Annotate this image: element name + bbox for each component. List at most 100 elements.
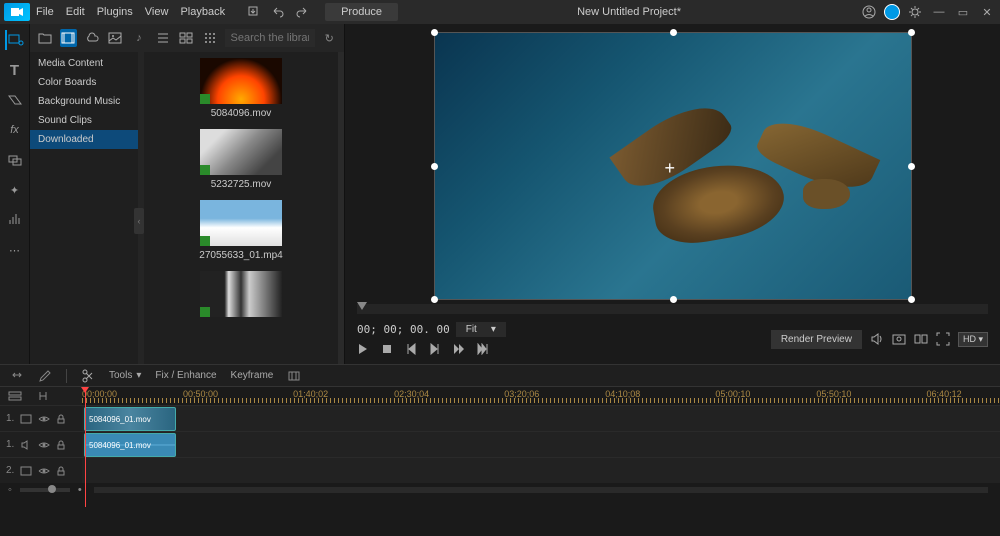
lib-list-icon[interactable]: [154, 29, 172, 47]
zoom-in-icon[interactable]: •: [78, 484, 82, 496]
resize-handle[interactable]: [670, 296, 677, 303]
track-lock-icon[interactable]: [56, 466, 66, 476]
fast-forward-icon[interactable]: [453, 343, 467, 357]
track-video-icon[interactable]: [20, 466, 32, 476]
lib-grid-icon[interactable]: [177, 29, 195, 47]
avatar[interactable]: [884, 4, 900, 20]
fix-enhance-button[interactable]: Fix / Enhance: [155, 370, 216, 381]
tool-title[interactable]: T: [5, 60, 25, 80]
resize-handle[interactable]: [431, 29, 438, 36]
track-visible-icon[interactable]: [38, 466, 50, 476]
lib-folder-icon[interactable]: [36, 29, 54, 47]
tool-transition[interactable]: [5, 90, 25, 110]
track-body[interactable]: 5084096_01.mov: [82, 406, 1000, 431]
undo-icon[interactable]: [269, 3, 287, 21]
track-audio-icon[interactable]: [20, 440, 32, 450]
redo-icon[interactable]: [293, 3, 311, 21]
play-icon[interactable]: [357, 343, 371, 357]
skip-icon[interactable]: [477, 343, 491, 357]
tools-dropdown[interactable]: Tools ▾: [109, 370, 141, 381]
preview-viewport[interactable]: +: [357, 32, 988, 300]
timeline-ruler[interactable]: 00;00;00 00;50;00 01;40;02 02;30;04 03;2…: [82, 387, 1000, 405]
volume-icon[interactable]: [870, 332, 884, 346]
resize-handle[interactable]: [908, 296, 915, 303]
timeline-clip-video[interactable]: 5084096_01.mov: [84, 407, 176, 431]
resize-handle[interactable]: [908, 29, 915, 36]
lib-image-icon[interactable]: [107, 29, 125, 47]
selection-tool-icon[interactable]: [10, 369, 24, 383]
lib-scrollbar[interactable]: [338, 52, 344, 364]
zoom-out-icon[interactable]: ◦: [8, 484, 12, 496]
quality-badge[interactable]: HD ▾: [958, 332, 988, 347]
track-header-video-2[interactable]: 2.: [0, 458, 82, 483]
lib-view-film-icon[interactable]: [60, 29, 78, 47]
track-body[interactable]: [82, 458, 1000, 483]
more-tools-icon[interactable]: [287, 369, 301, 383]
zoom-slider[interactable]: [20, 488, 70, 492]
track-lock-icon[interactable]: [56, 414, 66, 424]
menu-playback[interactable]: Playback: [180, 6, 225, 18]
media-item[interactable]: 27055633_01.mp4: [144, 200, 338, 261]
track-lock-icon[interactable]: [56, 440, 66, 450]
media-item[interactable]: 5084096.mov: [144, 58, 338, 119]
fullscreen-icon[interactable]: [936, 332, 950, 346]
resize-handle[interactable]: [431, 163, 438, 170]
lib-music-icon[interactable]: ♪: [130, 29, 148, 47]
tool-media[interactable]: [5, 30, 25, 50]
cat-bg-music[interactable]: Background Music: [30, 92, 138, 111]
preview-scrubber[interactable]: [357, 304, 988, 314]
collapse-icon[interactable]: ‹: [134, 208, 144, 234]
playhead[interactable]: [85, 387, 86, 507]
tool-more[interactable]: ⋯: [5, 240, 25, 260]
track-header-video-1[interactable]: 1.: [0, 406, 82, 431]
menu-edit[interactable]: Edit: [66, 6, 85, 18]
lib-splitter[interactable]: ‹: [138, 52, 144, 364]
track-visible-icon[interactable]: [38, 440, 50, 450]
preview-frame[interactable]: +: [434, 32, 912, 300]
cat-color-boards[interactable]: Color Boards: [30, 73, 138, 92]
track-header-audio-1[interactable]: 1.: [0, 432, 82, 457]
search-input[interactable]: [225, 29, 315, 47]
lib-refresh-icon[interactable]: ↻: [321, 29, 339, 47]
settings-icon[interactable]: [906, 3, 924, 21]
scrub-handle-icon[interactable]: [357, 302, 367, 310]
account-icon[interactable]: [860, 3, 878, 21]
menu-plugins[interactable]: Plugins: [97, 6, 133, 18]
tool-audio[interactable]: [5, 210, 25, 230]
cat-sound-clips[interactable]: Sound Clips: [30, 111, 138, 130]
track-view-icon[interactable]: [6, 387, 24, 405]
timeline-clip-audio[interactable]: 5084096_01.mov: [84, 433, 176, 457]
resize-handle[interactable]: [670, 29, 677, 36]
track-visible-icon[interactable]: [38, 414, 50, 424]
tool-particles[interactable]: ✦: [5, 180, 25, 200]
dual-view-icon[interactable]: [914, 332, 928, 346]
produce-button[interactable]: Produce: [325, 3, 398, 21]
keyframe-button[interactable]: Keyframe: [231, 370, 274, 381]
prev-frame-icon[interactable]: [405, 343, 419, 357]
tool-overlay[interactable]: [5, 150, 25, 170]
media-item[interactable]: [144, 271, 338, 317]
snapshot-icon[interactable]: [892, 332, 906, 346]
resize-handle[interactable]: [908, 163, 915, 170]
timeline-h-scrollbar[interactable]: [94, 487, 988, 493]
next-frame-icon[interactable]: [429, 343, 443, 357]
cat-downloaded[interactable]: Downloaded: [30, 130, 138, 149]
lib-cloud-icon[interactable]: [83, 29, 101, 47]
maximize-icon[interactable]: ▭: [954, 3, 972, 21]
stop-icon[interactable]: [381, 343, 395, 357]
menu-file[interactable]: File: [36, 6, 54, 18]
minimize-icon[interactable]: —: [930, 3, 948, 21]
zoom-dropdown[interactable]: Fit▾: [456, 322, 506, 337]
render-preview-button[interactable]: Render Preview: [771, 330, 862, 349]
media-item[interactable]: 5232725.mov: [144, 129, 338, 190]
menu-view[interactable]: View: [145, 6, 169, 18]
tool-effects[interactable]: fx: [5, 120, 25, 140]
pencil-icon[interactable]: [38, 369, 52, 383]
import-icon[interactable]: [245, 3, 263, 21]
lib-sort-icon[interactable]: [201, 29, 219, 47]
resize-handle[interactable]: [431, 296, 438, 303]
snap-icon[interactable]: [34, 387, 52, 405]
cat-media-content[interactable]: Media Content: [30, 54, 138, 73]
track-video-icon[interactable]: [20, 414, 32, 424]
track-body[interactable]: 5084096_01.mov: [82, 432, 1000, 457]
